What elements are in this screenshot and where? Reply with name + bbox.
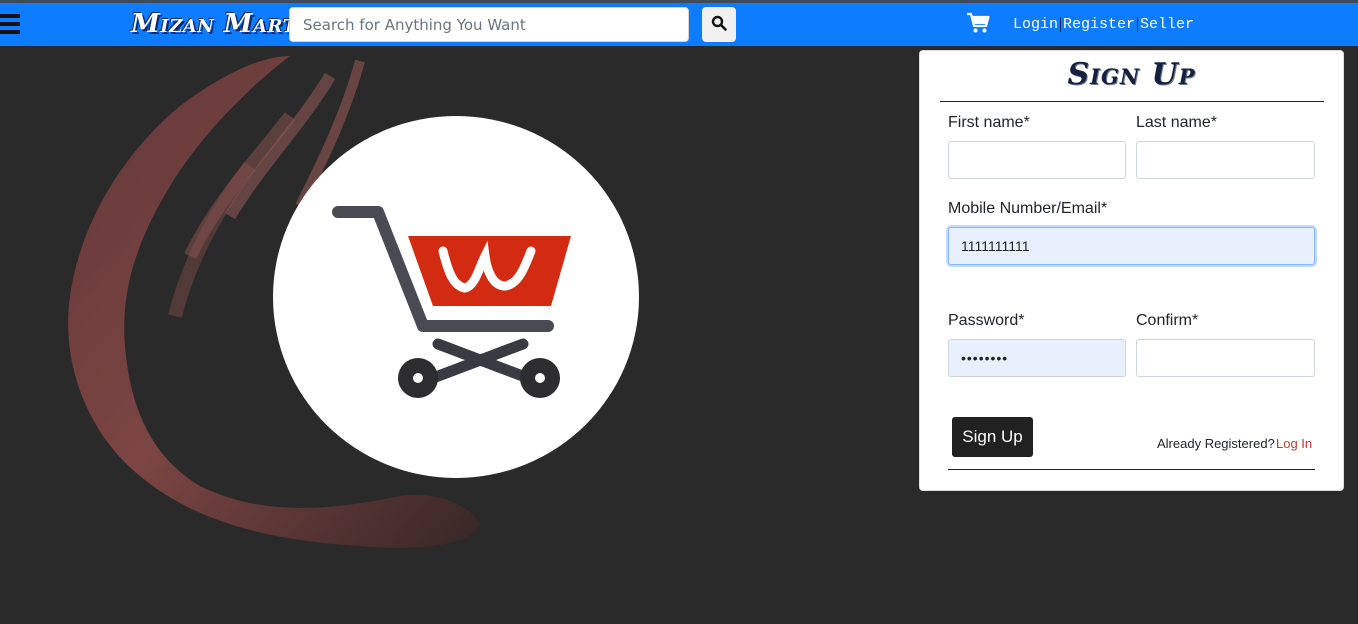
confirm-label: Confirm*: [1136, 312, 1199, 329]
search-icon: [711, 15, 727, 31]
seller-link[interactable]: Seller: [1140, 16, 1194, 33]
first-name-input[interactable]: [948, 141, 1126, 179]
confirm-password-input[interactable]: [1136, 339, 1315, 377]
contact-label: Mobile Number/Email*: [948, 200, 1108, 217]
contact-input[interactable]: [948, 227, 1315, 265]
last-name-input[interactable]: [1136, 141, 1315, 179]
brand-logo[interactable]: Mizan Mart: [131, 9, 297, 39]
register-link[interactable]: Register: [1063, 16, 1135, 33]
shopping-cart-logo: [332, 206, 571, 398]
nav-divider: [1137, 17, 1139, 32]
last-name-label: Last name*: [1136, 114, 1217, 131]
signup-form: Sign Up First name* Last name* Mobile Nu…: [919, 50, 1344, 491]
navbar: Mizan Mart Login Register Seller: [0, 3, 1358, 46]
divider: [948, 469, 1315, 470]
already-registered-text: Already Registered?: [1157, 436, 1275, 451]
password-input[interactable]: [948, 339, 1126, 377]
logo-globe: [273, 116, 639, 478]
first-name-label: First name*: [948, 114, 1030, 131]
nav-divider: [1060, 17, 1062, 32]
hamburger-icon[interactable]: [0, 14, 20, 36]
form-title: Sign Up: [1067, 57, 1196, 92]
nav-links: Login Register Seller: [1013, 16, 1194, 33]
login-link[interactable]: Login: [1013, 16, 1058, 33]
password-label: Password*: [948, 312, 1025, 329]
search-input[interactable]: [289, 7, 689, 42]
cart-icon[interactable]: [966, 12, 992, 34]
login-link-form[interactable]: Log In: [1276, 436, 1312, 451]
signup-button[interactable]: Sign Up: [952, 417, 1033, 457]
divider: [940, 101, 1324, 102]
hero-image: [0, 46, 915, 624]
search-button[interactable]: [702, 7, 736, 42]
